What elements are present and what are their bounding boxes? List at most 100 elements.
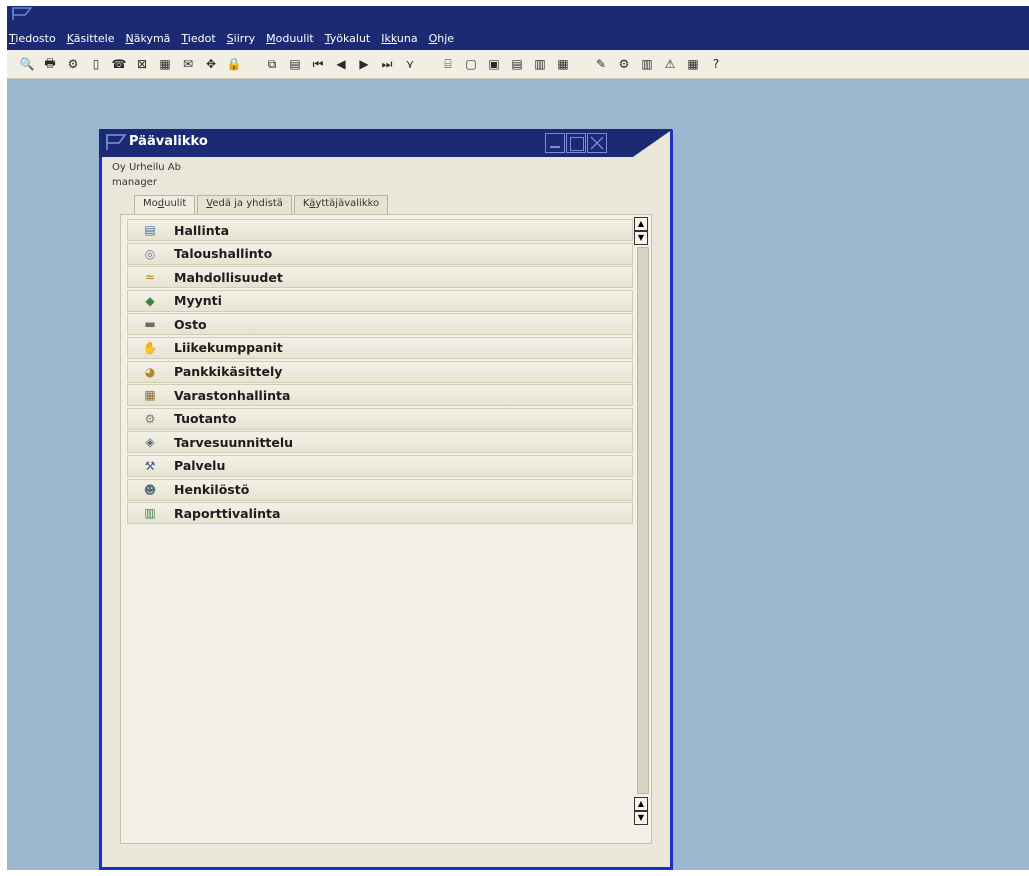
module-row[interactable]: ⚙ Tuotanto (127, 407, 633, 430)
spacer-icon[interactable]: ▯ (87, 55, 105, 73)
print-icon[interactable]: 🖶 (41, 55, 59, 73)
pencil-icon[interactable]: ✎ (592, 55, 610, 73)
close-icon (590, 136, 604, 150)
module-label: Raporttivalinta (174, 505, 281, 521)
email-icon[interactable]: ✉ (179, 55, 197, 73)
warning-icon[interactable]: ⚠ (661, 55, 679, 73)
business-partners-icon: ✋ (142, 340, 158, 355)
module-row[interactable]: ◕ Pankkikäsittely (127, 360, 633, 383)
sales-icon: ◆ (145, 293, 155, 308)
menu-edit[interactable]: Käsittele (67, 31, 115, 49)
find-icon[interactable]: ⧉ (263, 55, 281, 73)
reports-icon: ▥ (144, 506, 156, 521)
document-icon[interactable]: ▢ (462, 55, 480, 73)
human-resources-icon: ☻ (143, 482, 157, 497)
close-button[interactable] (587, 133, 607, 153)
scroll-up-button-bottom[interactable]: ▲ (634, 797, 648, 811)
print-layout-icon[interactable]: ▦ (554, 55, 572, 73)
module-label: Henkilöstö (174, 482, 250, 498)
document-copy-icon[interactable]: ▤ (508, 55, 526, 73)
clip-icon[interactable]: ▥ (531, 55, 549, 73)
menu-view[interactable]: Näkymä (125, 31, 170, 49)
next-icon[interactable]: ▶ (355, 55, 373, 73)
module-label: Myynti (174, 293, 222, 309)
report-icon[interactable]: ▥ (638, 55, 656, 73)
back-icon[interactable]: ◀ (332, 55, 350, 73)
module-row[interactable]: ⚒ Palvelu (127, 454, 633, 477)
module-row[interactable]: ▥ Raporttivalinta (127, 502, 633, 525)
sort-icon[interactable]: ⌸ (439, 55, 457, 73)
toolbar: 🔍 🖶 ⚙ ▯ ☎ ⊠ ▦ ✉ ✥ 🔒 ⧉ ▤ ⏮ ◀ ▶ ⏭ ⋎ ⌸ ▢ ▣ ▤ ▥ ▦ ✎ ⚙ ▥ ⚠ ▦? (7, 50, 1029, 79)
module-row[interactable]: ◎ Taloushallinto (127, 242, 633, 265)
app-header: Tiedosto Käsittele Näkymä Tiedot Siirry Moduu… (7, 6, 1029, 50)
scroll-down-button[interactable]: ▼ (634, 231, 648, 245)
tab-modules[interactable]: Moduulit (134, 195, 196, 214)
user-name: manager (112, 177, 157, 188)
module-label: Hallinta (174, 222, 230, 238)
menu-file[interactable]: Tiedosto (9, 31, 56, 49)
module-label: Tuotanto (174, 411, 237, 427)
menu-help[interactable]: Ohje (429, 31, 454, 49)
module-row[interactable]: ▬ Osto (127, 313, 633, 336)
module-row[interactable]: ◈ Tarvesuunnittelu (127, 431, 633, 454)
purchasing-icon: ▬ (144, 317, 156, 332)
module-label: Osto (174, 316, 207, 332)
tab-user-menu[interactable]: Käyttäjävalikko (293, 195, 389, 214)
last-record-icon[interactable]: ⏭ (378, 55, 396, 73)
module-row[interactable]: ▦ Varastonhallinta (127, 384, 633, 407)
lock-icon[interactable]: 🔒 (225, 55, 243, 73)
window-logo-icon (106, 134, 127, 150)
menu-goto[interactable]: Siirry (227, 31, 255, 49)
menu-window[interactable]: Ikkuna (381, 31, 417, 49)
menu-data[interactable]: Tiedot (181, 31, 215, 49)
module-label: Taloushallinto (174, 246, 273, 262)
calendar-icon[interactable]: ▦ (684, 55, 702, 73)
desktop: Tiedosto Käsittele Näkymä Tiedot Siirry Moduu… (7, 6, 1029, 870)
arrows-icon[interactable]: ✥ (202, 55, 220, 73)
window-title: Päävalikko (129, 134, 208, 149)
first-record-icon[interactable]: ▤ (286, 55, 304, 73)
service-icon: ⚒ (144, 458, 156, 473)
vertical-scrollbar[interactable]: ▲ ▼ ▲ ▼ (634, 217, 650, 839)
document-add-icon[interactable]: ▣ (485, 55, 503, 73)
modules-panel: ▤ Hallinta ◎ Taloushallinto ≈ Mahdollisuudet ◆… (120, 214, 652, 844)
module-label: Palvelu (174, 458, 226, 474)
scroll-up-button[interactable]: ▲ (634, 217, 648, 231)
administration-icon: ▤ (144, 223, 156, 237)
minimize-icon (550, 146, 560, 148)
tab-strip: Moduulit Vedä ja yhdistä Käyttäjävalikko (134, 195, 390, 214)
copy-icon[interactable]: ⚙ (64, 55, 82, 73)
tab-drag-relate[interactable]: Vedä ja yhdistä (197, 195, 292, 214)
banking-icon: ◕ (144, 364, 156, 379)
filter-icon[interactable]: ⋎ (401, 55, 419, 73)
module-label: Pankkikäsittely (174, 364, 283, 380)
scroll-track[interactable] (637, 247, 649, 794)
company-name: Oy Urheilu Ab (112, 162, 181, 173)
module-row[interactable]: ≈ Mahdollisuudet (127, 266, 633, 289)
module-row[interactable]: ◆ Myynti (127, 289, 633, 312)
scroll-down-button-bottom[interactable]: ▼ (634, 811, 648, 825)
maximize-button[interactable] (566, 133, 586, 153)
menu-tools[interactable]: Työkalut (325, 31, 371, 49)
module-row[interactable]: ☻ Henkilöstö (127, 478, 633, 501)
menu-modules[interactable]: Moduulit (266, 31, 314, 49)
module-row[interactable]: ▤ Hallinta (127, 219, 633, 241)
main-menu-window: Päävalikko Oy Urheilu Ab manager Moduuli… (99, 129, 673, 870)
previous-icon[interactable]: ⏮ (309, 55, 327, 73)
module-label: Mahdollisuudet (174, 269, 283, 285)
print-preview-icon[interactable]: 🔍 (18, 55, 36, 73)
minimize-button[interactable] (545, 133, 565, 153)
fax-icon[interactable]: ☎ (110, 55, 128, 73)
module-label: Tarvesuunnittelu (174, 434, 294, 450)
mrp-icon: ◈ (145, 435, 155, 450)
settings-icon[interactable]: ⚙ (615, 55, 633, 73)
window-titlebar[interactable]: Päävalikko (99, 129, 673, 157)
module-row[interactable]: ✋ Liikekumppanit (127, 336, 633, 359)
menu-bar: Tiedosto Käsittele Näkymä Tiedot Siirry Moduu… (7, 31, 454, 49)
excel-icon[interactable]: ⊠ (133, 55, 151, 73)
inventory-icon: ▦ (144, 388, 156, 403)
help-icon[interactable]: ? (707, 55, 725, 73)
window-controls (545, 133, 607, 153)
maximize-icon (570, 137, 584, 151)
word-icon[interactable]: ▦ (156, 55, 174, 73)
